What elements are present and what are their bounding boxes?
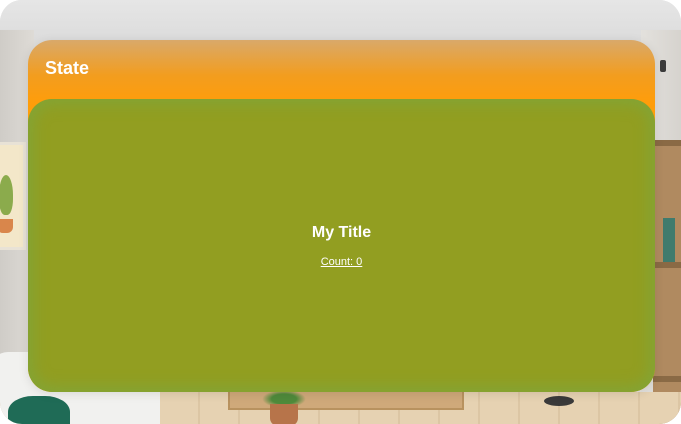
shelf-board <box>653 376 681 382</box>
books <box>663 218 675 262</box>
bookshelf <box>653 140 681 424</box>
painting-pot <box>0 219 13 233</box>
shelf-board <box>653 262 681 268</box>
floor-lamp-base <box>544 396 574 406</box>
wall-hook <box>660 60 666 72</box>
green-pillow <box>8 396 70 424</box>
window-title: State <box>45 58 90 78</box>
shelf-board <box>653 140 681 146</box>
count-button[interactable]: Count: 0 <box>321 256 363 268</box>
ceiling <box>0 0 681 40</box>
card-title: My Title <box>311 223 372 241</box>
app-window: State My Title Count: 0 <box>28 40 655 392</box>
plant-pot <box>270 404 298 424</box>
content-card: My Title Count: 0 <box>28 99 655 392</box>
plant-painting <box>0 142 26 250</box>
painting-leaf <box>0 175 13 215</box>
